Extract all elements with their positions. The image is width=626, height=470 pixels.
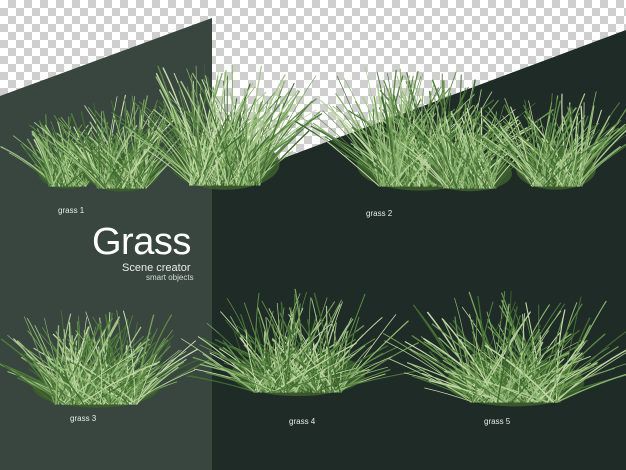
- label-grass-4: grass 4: [289, 417, 316, 426]
- label-grass-2: grass 2: [366, 209, 393, 218]
- label-grass-3: grass 3: [70, 414, 97, 423]
- poster-tagline: smart objects: [146, 273, 194, 282]
- label-grass-1: grass 1: [58, 206, 85, 215]
- label-grass-5: grass 5: [484, 417, 511, 426]
- poster-title: Grass: [92, 221, 191, 263]
- poster-canvas: grass 1 grass 2 grass 3 grass 4 grass 5 …: [0, 0, 626, 470]
